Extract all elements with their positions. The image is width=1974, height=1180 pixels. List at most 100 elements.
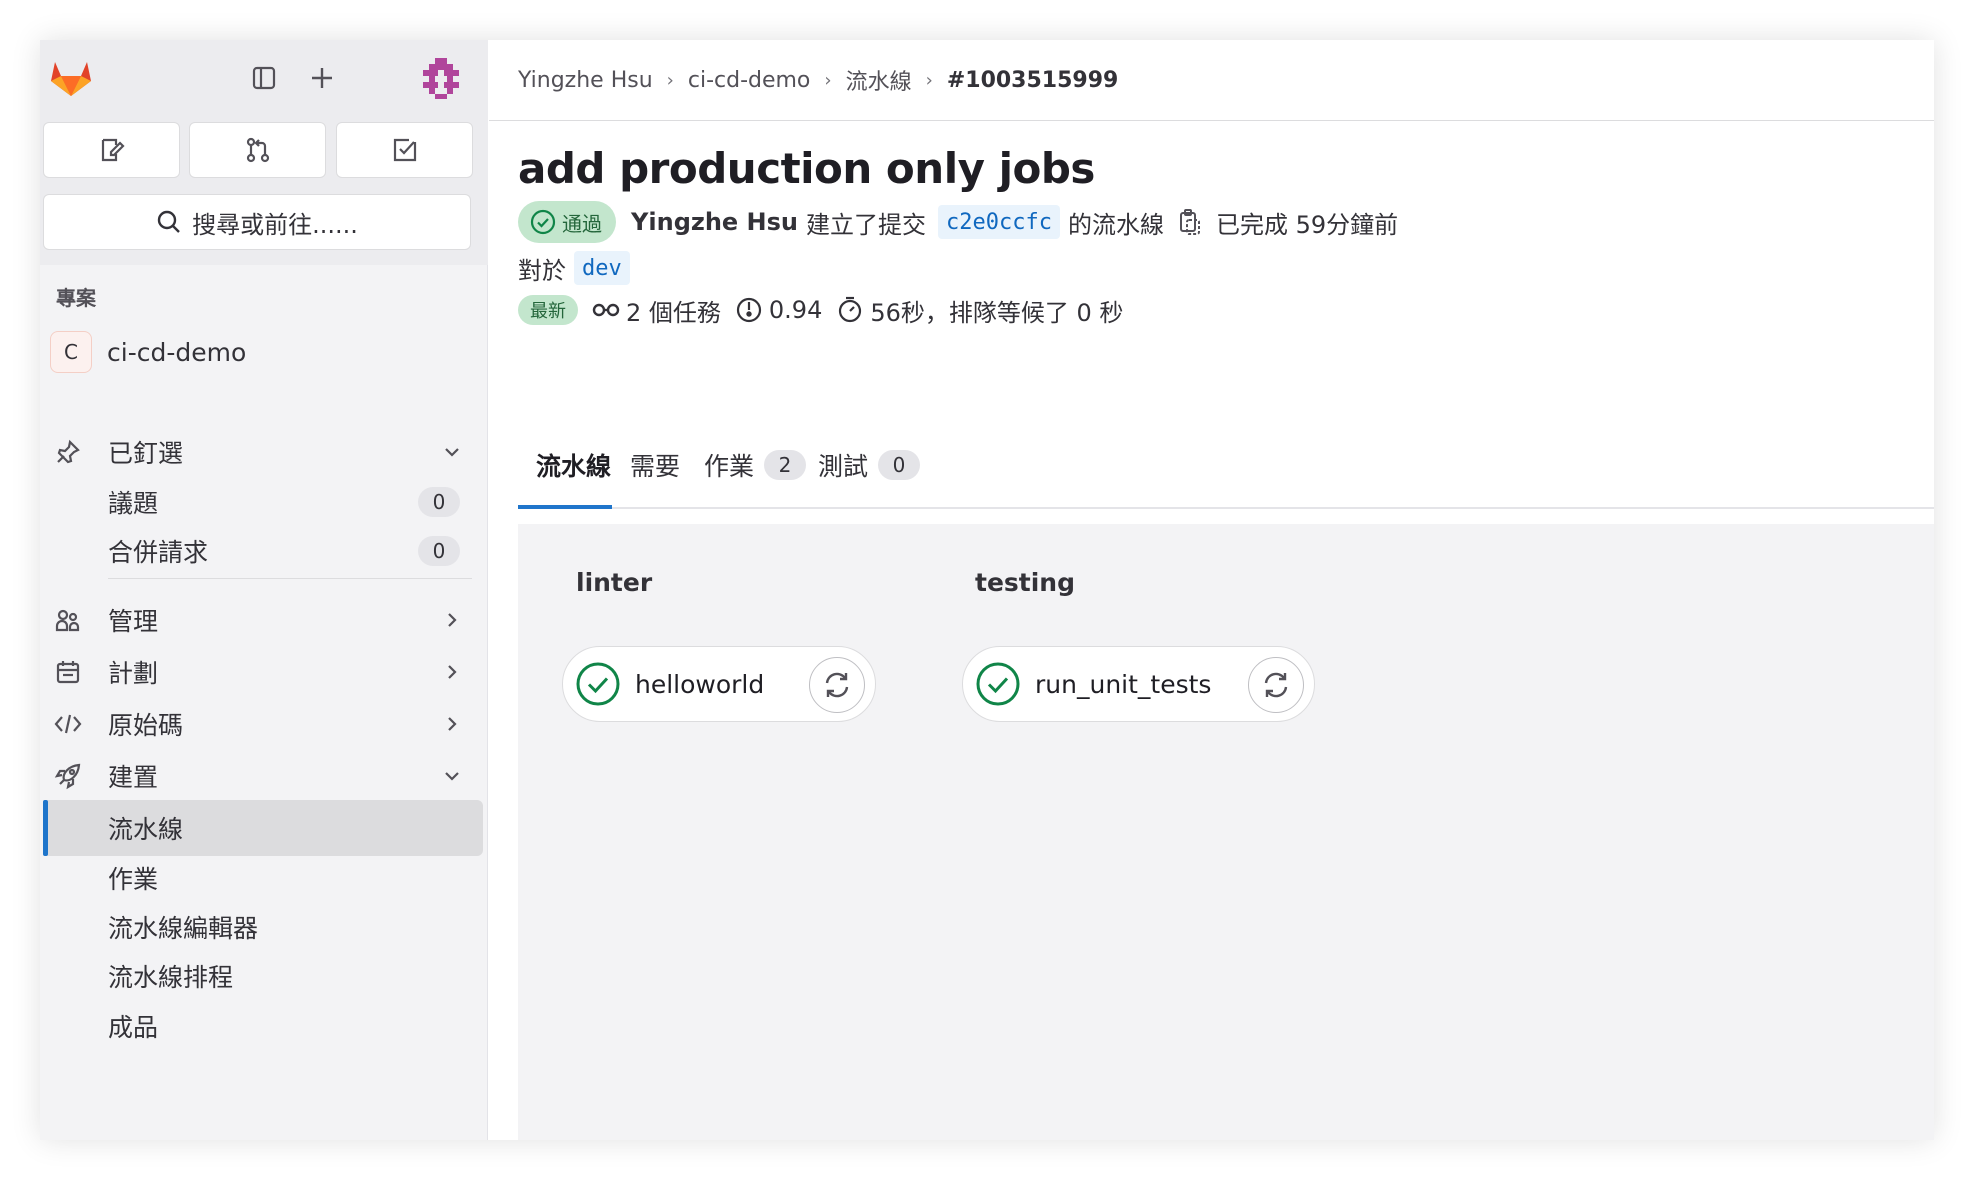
issues-icon xyxy=(101,138,125,162)
user-avatar[interactable] xyxy=(418,55,464,101)
nav-label: 管理 xyxy=(108,607,159,636)
sidebar-item-pipeline-schedules[interactable]: 流水線排程 xyxy=(40,948,480,1004)
project-avatar: C xyxy=(50,331,92,373)
sidebar-toggle-icon[interactable] xyxy=(244,58,284,98)
job-pill[interactable]: run_unit_tests xyxy=(962,646,1315,722)
status-success-icon xyxy=(975,661,1021,711)
copy-icon[interactable] xyxy=(1178,208,1202,236)
tab-pipeline[interactable]: 流水線 xyxy=(536,420,611,509)
latest-badge: 最新 xyxy=(518,295,578,325)
plus-icon[interactable] xyxy=(302,58,342,98)
chevron-right-icon: › xyxy=(824,69,832,91)
sidebar-item-artifacts[interactable]: 成品 xyxy=(40,998,480,1054)
for-text: 對於 xyxy=(518,256,566,285)
pipeline-graph: linter helloworld testing run_unit_tests xyxy=(518,524,1934,1140)
todos-quick-button[interactable] xyxy=(336,122,473,178)
search-label: 搜尋或前往...... xyxy=(192,210,358,239)
tab-tests[interactable]: 測試 0 xyxy=(818,420,921,509)
users-icon xyxy=(54,606,82,634)
breadcrumb-user[interactable]: Yingzhe Hsu xyxy=(518,68,653,93)
timer-icon xyxy=(836,296,864,324)
gitlab-logo-icon[interactable] xyxy=(47,54,95,102)
nav-label: 流水線編輯器 xyxy=(108,914,259,943)
of-pipeline-text: 的流水線 xyxy=(1067,210,1164,239)
chevron-right-icon: › xyxy=(925,69,933,91)
nav-label: 建置 xyxy=(108,763,159,792)
tab-label: 作業 xyxy=(704,451,755,481)
nav-plan[interactable]: 計劃 xyxy=(40,644,480,700)
sidebar-item-pipeline-editor[interactable]: 流水線編輯器 xyxy=(40,899,480,955)
breadcrumb-pipeline-id[interactable]: #1003515999 xyxy=(947,68,1119,93)
stage-title-linter: linter xyxy=(576,568,653,597)
count-badge: 0 xyxy=(878,449,921,480)
nav-pinned[interactable]: 已釘選 xyxy=(40,424,480,480)
jobs-count-text: 2 個任務 xyxy=(626,298,721,327)
project-link[interactable]: C ci-cd-demo xyxy=(50,330,246,374)
breadcrumb-pipelines[interactable]: 流水線 xyxy=(846,64,912,96)
coverage-value: 0.94 xyxy=(768,296,823,324)
job-pill[interactable]: helloworld xyxy=(562,646,876,722)
pin-icon xyxy=(54,438,82,466)
search-button[interactable]: 搜尋或前往...... xyxy=(43,194,471,250)
job-name: helloworld xyxy=(635,669,765,699)
nav-label: 流水線 xyxy=(108,815,184,844)
ref-branch-link[interactable]: dev xyxy=(574,251,630,285)
sidebar-item-issues[interactable]: 議題 0 xyxy=(40,474,480,530)
nav-label: 原始碼 xyxy=(108,711,184,740)
sidebar-item-jobs[interactable]: 作業 xyxy=(40,850,480,906)
retry-job-button[interactable] xyxy=(1248,657,1304,713)
retry-icon xyxy=(1264,672,1288,698)
nav-manage[interactable]: 管理 xyxy=(40,592,480,648)
created-text: 建立了提交 xyxy=(806,210,927,239)
status-badge[interactable]: 通過 xyxy=(518,201,616,243)
sidebar-item-merge-requests[interactable]: 合併請求 0 xyxy=(40,523,480,579)
retry-icon xyxy=(825,672,849,698)
breadcrumb: Yingzhe Hsu › ci-cd-demo › 流水線 › #100351… xyxy=(489,40,1934,121)
chevron-down-icon xyxy=(442,442,462,462)
nav-label: 作業 xyxy=(108,865,159,894)
tab-label: 需要 xyxy=(630,451,681,481)
stage-title-testing: testing xyxy=(975,568,1075,597)
pipeline-tabs: 流水線 需要 作業 2 測試 0 xyxy=(518,420,1934,509)
commit-sha-link[interactable]: c2e0ccfc xyxy=(938,205,1060,239)
rocket-icon xyxy=(54,762,82,790)
tab-label: 測試 xyxy=(818,451,869,481)
pipeline-header-meta: 通過 Yingzhe Hsu 建立了提交 c2e0ccfc 的流水線 已完成 5… xyxy=(518,200,1398,244)
code-icon xyxy=(54,710,82,738)
status-label: 通過 xyxy=(562,211,602,236)
tab-needs[interactable]: 需要 xyxy=(630,420,680,509)
nav-build[interactable]: 建置 xyxy=(40,748,480,804)
nav-label: 流水線排程 xyxy=(108,963,234,992)
sidebar: 搜尋或前往...... 專案 C ci-cd-demo 已釘選 議題 0 合併請… xyxy=(40,40,488,1140)
app-window: 搜尋或前往...... 專案 C ci-cd-demo 已釘選 議題 0 合併請… xyxy=(40,40,1934,1140)
pipeline-jobs-icon xyxy=(592,300,620,320)
issues-quick-button[interactable] xyxy=(43,122,180,178)
nav-label: 已釘選 xyxy=(108,439,184,468)
author-link[interactable]: Yingzhe Hsu xyxy=(631,208,798,236)
project-name: ci-cd-demo xyxy=(107,337,247,367)
chevron-down-icon xyxy=(442,766,462,786)
chevron-right-icon xyxy=(442,662,462,682)
nav-code[interactable]: 原始碼 xyxy=(40,696,480,752)
coverage-icon xyxy=(735,296,763,324)
retry-job-button[interactable] xyxy=(809,657,865,713)
merge-requests-quick-button[interactable] xyxy=(189,122,326,178)
chevron-right-icon xyxy=(442,714,462,734)
main-content: Yingzhe Hsu › ci-cd-demo › 流水線 › #100351… xyxy=(489,40,1934,1140)
breadcrumb-project[interactable]: ci-cd-demo xyxy=(688,68,811,93)
chevron-right-icon xyxy=(442,610,462,630)
tab-label: 流水線 xyxy=(536,451,612,481)
todo-check-icon xyxy=(393,138,416,162)
ref-row: 對於 dev xyxy=(518,246,630,290)
sidebar-item-pipelines[interactable]: 流水線 xyxy=(43,800,483,856)
divider xyxy=(108,578,472,579)
nav-label: 合併請求 xyxy=(108,538,209,567)
chevron-right-icon: › xyxy=(666,69,674,91)
duration-text: 56秒，排隊等候了 0 秒 xyxy=(870,298,1124,327)
nav-label: 議題 xyxy=(108,489,159,518)
active-tab-underline xyxy=(518,505,612,509)
count-badge: 2 xyxy=(764,449,807,480)
tab-jobs[interactable]: 作業 2 xyxy=(704,420,807,509)
section-label-project: 專案 xyxy=(56,286,96,310)
count-badge: 0 xyxy=(418,536,460,566)
